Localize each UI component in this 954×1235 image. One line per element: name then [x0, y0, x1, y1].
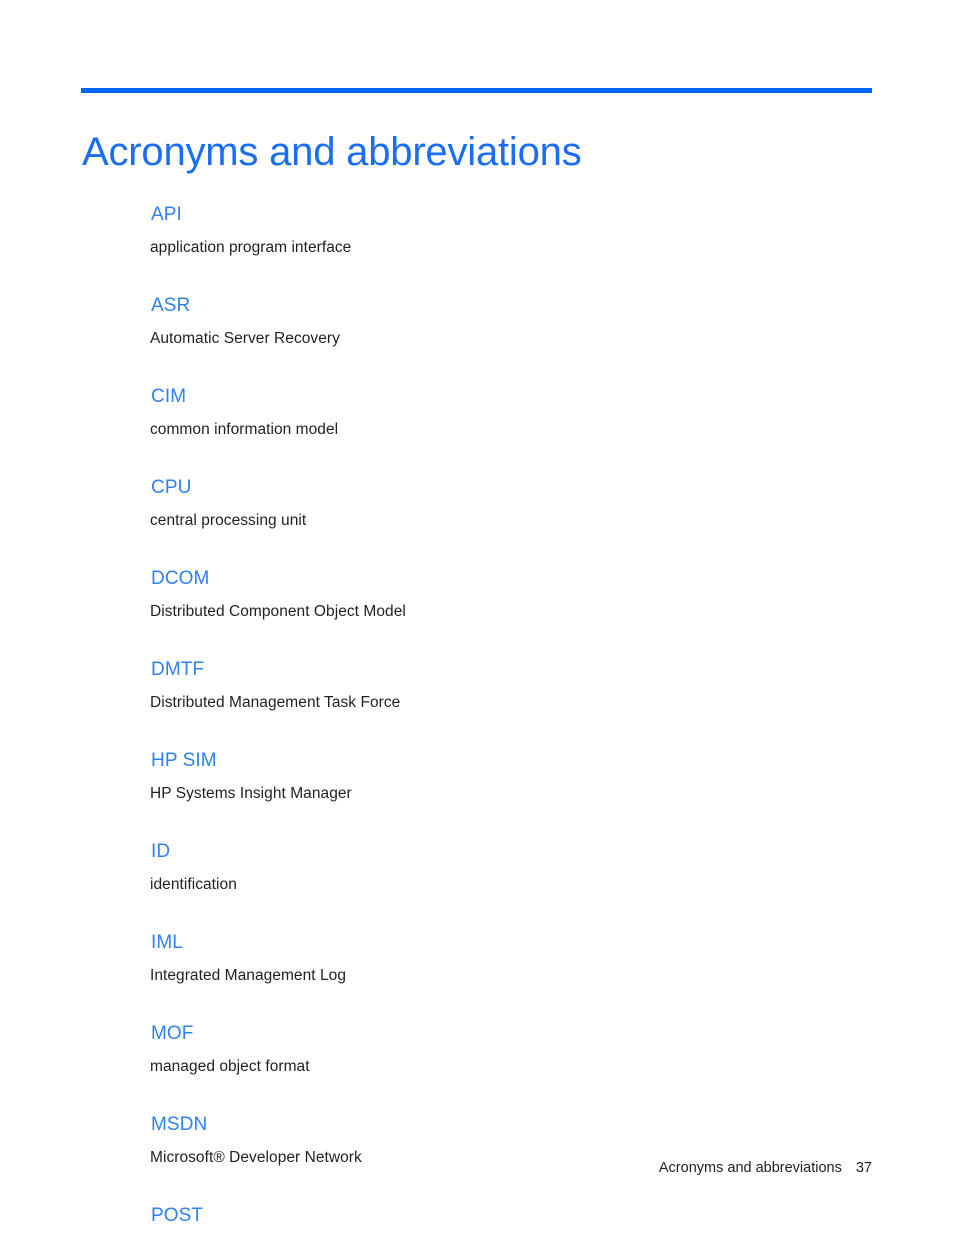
- document-page: Acronyms and abbreviations API applicatio…: [0, 0, 954, 1235]
- glossary-definition: identification: [150, 876, 237, 893]
- glossary-definition: Automatic Server Recovery: [150, 330, 340, 347]
- glossary-term: DCOM: [151, 568, 210, 589]
- glossary-entry: ID identification: [150, 840, 872, 895]
- glossary-term: ASR: [151, 295, 191, 316]
- glossary-term: HP SIM: [151, 750, 217, 771]
- glossary-term: MSDN: [151, 1114, 208, 1135]
- glossary-entry: DCOM Distributed Component Object Model: [150, 567, 872, 622]
- glossary-entry: MOF managed object format: [150, 1022, 872, 1077]
- glossary-term: CPU: [151, 477, 192, 498]
- glossary-term: IML: [151, 932, 183, 953]
- glossary-entry: CIM common information model: [150, 385, 872, 440]
- page-footer: Acronyms and abbreviations 37: [81, 1158, 872, 1178]
- glossary-definition: Distributed Component Object Model: [150, 603, 406, 620]
- page-title: Acronyms and abbreviations: [82, 129, 582, 174]
- glossary-term: ID: [151, 841, 171, 862]
- glossary-term: CIM: [151, 386, 187, 407]
- glossary-term: POST: [151, 1205, 204, 1226]
- footer-page-number: 37: [855, 1160, 872, 1176]
- glossary-definition: Distributed Management Task Force: [150, 694, 401, 711]
- glossary-definition: HP Systems Insight Manager: [150, 785, 352, 802]
- glossary-list: API application program interface ASR Autom…: [150, 203, 872, 1235]
- glossary-entry: CPU central processing unit: [150, 476, 872, 531]
- chapter-accent-rule: [81, 88, 872, 93]
- glossary-entry: HP SIM HP Systems Insight Manager: [150, 749, 872, 804]
- glossary-definition: managed object format: [150, 1058, 310, 1075]
- glossary-term: MOF: [151, 1023, 194, 1044]
- glossary-definition: common information model: [150, 421, 339, 438]
- glossary-definition: central processing unit: [150, 512, 307, 529]
- glossary-term: DMTF: [151, 659, 205, 680]
- glossary-definition: Integrated Management Log: [150, 967, 346, 984]
- glossary-definition: application program interface: [150, 239, 352, 256]
- glossary-entry: DMTF Distributed Management Task Force: [150, 658, 872, 713]
- glossary-entry: ASR Automatic Server Recovery: [150, 294, 872, 349]
- glossary-entry: API application program interface: [150, 203, 872, 258]
- footer-section-label: Acronyms and abbreviations: [658, 1160, 842, 1176]
- glossary-entry: IML Integrated Management Log: [150, 931, 872, 986]
- glossary-term: API: [151, 204, 182, 225]
- glossary-entry: POSTPower-On Self Test: [150, 1204, 872, 1235]
